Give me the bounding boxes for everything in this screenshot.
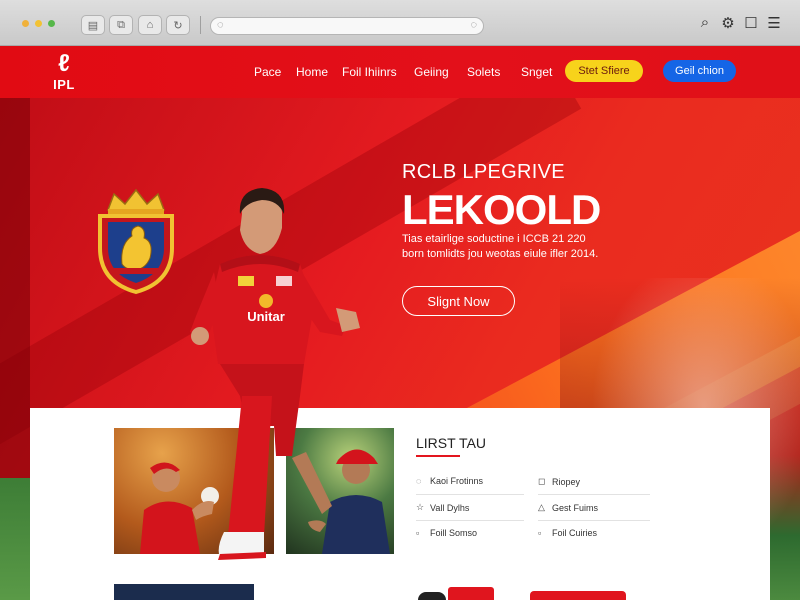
field-background xyxy=(0,478,30,600)
thumbnail-partial xyxy=(448,587,494,600)
list-item[interactable]: ◌ Kaoi Frotinns xyxy=(416,476,483,486)
list-title: LIRST TAU xyxy=(416,435,487,451)
list-item-label: Gest Fuims xyxy=(552,502,599,513)
list-item[interactable]: ▫ Foil Cuiries xyxy=(538,528,597,538)
list-item-label: Kaoi Frotinns xyxy=(430,476,484,486)
thumbnail-partial xyxy=(530,591,626,600)
jersey-sponsor: Unitar xyxy=(247,309,285,324)
team-crest-icon xyxy=(98,188,174,295)
divider xyxy=(538,520,650,521)
hero-kicker: RCLB LPEGRIVE xyxy=(402,161,565,183)
nav-item-pace[interactable]: Pace xyxy=(254,65,281,79)
pin-icon: ◌ xyxy=(416,476,422,486)
search-icon: ◌ xyxy=(217,19,224,31)
hero-description-line: born tomlidts jou weotas eiule ifler 201… xyxy=(402,248,599,260)
list-item-label: Riopey xyxy=(552,476,581,487)
list-item-label: Foill Somso xyxy=(430,528,478,538)
star-icon: ☆ xyxy=(416,502,425,512)
start-button[interactable]: Stet Sfiere xyxy=(565,60,643,82)
reload-icon[interactable]: ◌ xyxy=(470,19,477,31)
toolbar-divider xyxy=(200,16,201,34)
list-item[interactable]: ◻ Riopey xyxy=(538,476,580,487)
tabs-icon[interactable]: ⧉ xyxy=(109,15,133,35)
nav-item-home[interactable]: Home xyxy=(296,65,328,79)
nav-item-solets[interactable]: Solets xyxy=(467,65,500,79)
menu-icon[interactable]: ☰ xyxy=(765,14,783,32)
title-underline xyxy=(416,455,460,457)
share-icon[interactable]: ↻ xyxy=(166,15,190,35)
bell-icon: △ xyxy=(538,502,545,512)
list-item-label: Foil Cuiries xyxy=(552,528,598,538)
nav-item-foil[interactable]: Foil Ihiinrs xyxy=(342,65,397,79)
hero-description-line: Tias etairlige soductine i ICCB 21 220 xyxy=(402,233,586,245)
hero-description: Tias etairlige soductine i ICCB 21 220 b… xyxy=(402,232,602,262)
calendar-icon: ▫ xyxy=(538,528,542,538)
player-figure: Unitar xyxy=(190,188,360,560)
divider xyxy=(416,494,524,495)
player-photo[interactable] xyxy=(114,584,254,600)
sign-up-button[interactable]: Slignt Now xyxy=(402,286,515,316)
logo-mark-icon: ℓ xyxy=(58,50,70,77)
search-icon[interactable]: ⌕ xyxy=(696,14,714,31)
settings-icon[interactable]: ⚙ xyxy=(719,14,737,32)
browser-toolbar: ▤ ⧉ ⌂ ↻ ◌ ◌ ⌕ ⚙ ☐ ☰ xyxy=(0,0,800,46)
home-icon[interactable]: ⌂ xyxy=(138,15,162,35)
ipl-logo[interactable]: ℓ IPL xyxy=(48,51,80,95)
address-bar[interactable]: ◌ ◌ xyxy=(210,17,484,35)
doc-icon: ◻ xyxy=(538,476,546,486)
site-header: ℓ IPL Pace Home Foil Ihiinrs Geiing Sole… xyxy=(0,46,800,98)
thumbnail-partial xyxy=(418,592,446,600)
list-item[interactable]: △ Gest Fuims xyxy=(538,502,598,513)
nav-item-geiing[interactable]: Geiing xyxy=(414,65,449,79)
list-item[interactable]: ☆ Vall Dylhs xyxy=(416,502,469,513)
bookmark-icon[interactable]: ☐ xyxy=(742,14,760,32)
maximize-control[interactable] xyxy=(48,20,55,27)
divider xyxy=(538,494,650,495)
calendar-icon: ▫ xyxy=(416,528,420,538)
list-item[interactable]: ▫ Foill Somso xyxy=(416,528,477,538)
close-control[interactable] xyxy=(22,20,29,27)
sidebar-icon[interactable]: ▤ xyxy=(81,15,105,35)
divider xyxy=(416,520,524,521)
logo-text: IPL xyxy=(53,77,75,92)
nav-item-snget[interactable]: Snget xyxy=(521,65,552,79)
sign-in-button[interactable]: Geil chion xyxy=(663,60,736,82)
list-item-label: Vall Dylhs xyxy=(430,502,470,513)
window-controls xyxy=(22,20,55,27)
minimize-control[interactable] xyxy=(35,20,42,27)
hero-title: LEKOOLD xyxy=(402,186,601,233)
